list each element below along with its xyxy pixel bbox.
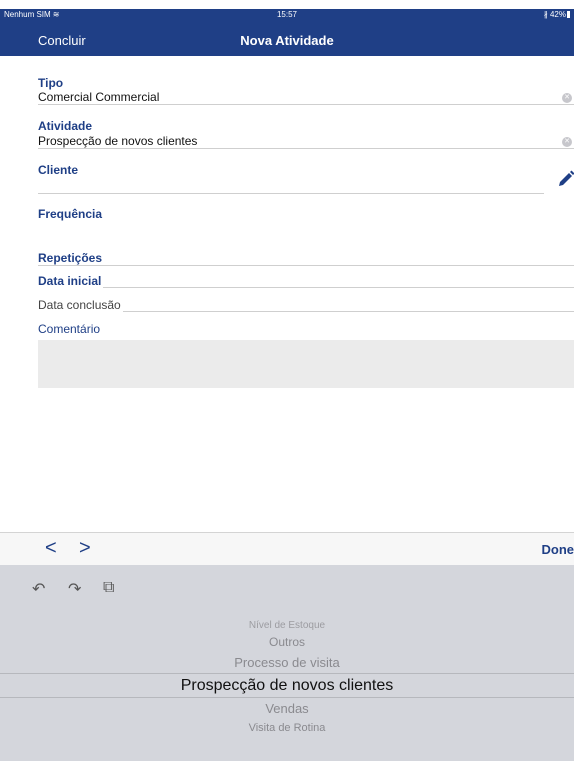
picker-option[interactable]: Processo de visita: [0, 655, 574, 670]
cliente-underline: [38, 193, 544, 194]
comentario-label: Comentário: [38, 322, 101, 336]
data-inicial-label[interactable]: Data inicial: [38, 274, 104, 288]
clear-icon[interactable]: ✕: [562, 93, 572, 103]
picker-option[interactable]: Nível de Estoque: [0, 620, 574, 631]
tipo-value[interactable]: Comercial Commercial: [38, 90, 159, 104]
pencil-icon[interactable]: [556, 169, 574, 189]
data-conclusao-label[interactable]: Data conclusão: [38, 298, 123, 312]
repeticoes-underline: [38, 265, 574, 266]
keyboard-accessory-toolbar: < > Done: [0, 532, 574, 565]
picker-wheel[interactable]: ↶ ↷ ⧉ Nível de Estoque Outros Processo d…: [0, 565, 574, 761]
picker-option[interactable]: Visita de Rotina: [0, 722, 574, 734]
undo-icon[interactable]: ↶: [32, 579, 45, 599]
picker-option[interactable]: Outros: [0, 635, 574, 649]
battery-icon: [567, 11, 570, 18]
atividade-underline: [38, 148, 574, 149]
redo-icon[interactable]: ↷: [68, 579, 81, 599]
picker-option[interactable]: Vendas: [0, 701, 574, 716]
comment-textarea[interactable]: [38, 340, 574, 388]
paste-icon[interactable]: ⧉: [103, 579, 114, 597]
header: Nenhum SIM ≋ 15:57 ∦ 42% Concluir Nova At…: [0, 9, 574, 56]
next-field-button[interactable]: >: [79, 537, 91, 560]
repeticoes-label[interactable]: Repetições: [38, 251, 105, 265]
cliente-label: Cliente: [38, 163, 79, 177]
status-time: 15:57: [276, 10, 298, 19]
bluetooth-icon: ∦: [543, 10, 548, 19]
clear-icon[interactable]: ✕: [562, 137, 572, 147]
atividade-value[interactable]: Prospecção de novos clientes: [38, 134, 197, 148]
done-button[interactable]: Done: [542, 542, 574, 557]
status-battery: ∦ 42%: [544, 10, 570, 19]
picker-selected-option[interactable]: Prospecção de novos clientes: [0, 677, 574, 695]
frequencia-label[interactable]: Frequência: [38, 207, 102, 221]
battery-percent: 42%: [549, 10, 566, 19]
tipo-label: Tipo: [38, 76, 64, 90]
atividade-label: Atividade: [38, 119, 93, 133]
picker-selection-top-line: [0, 673, 574, 674]
previous-field-button[interactable]: <: [45, 537, 57, 560]
page-title: Nova Atividade: [240, 33, 334, 48]
data-inicial-underline: [38, 287, 574, 288]
tipo-underline: [38, 104, 574, 105]
picker-selection-bottom-line: [0, 697, 574, 698]
